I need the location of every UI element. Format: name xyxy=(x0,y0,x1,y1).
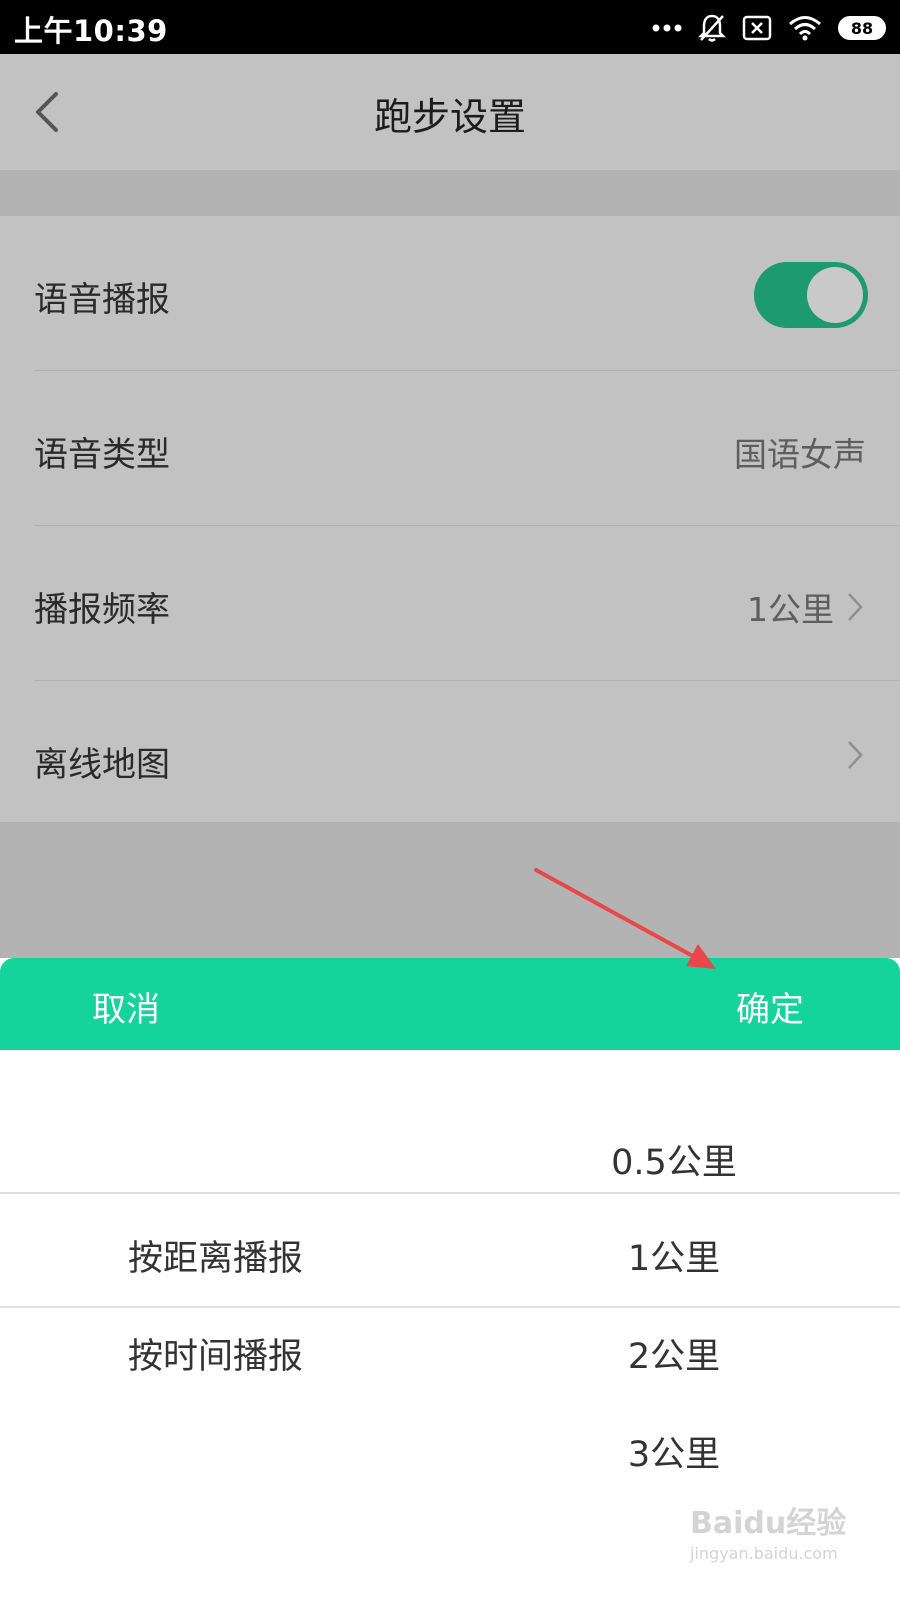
annotation-arrow-icon xyxy=(534,868,716,969)
watermark-url: jingyan.baidu.com xyxy=(690,1544,838,1563)
watermark: Baidu经验 jingyan.baidu.com xyxy=(690,1498,846,1563)
watermark-logo: Baidu经验 xyxy=(690,1506,847,1541)
